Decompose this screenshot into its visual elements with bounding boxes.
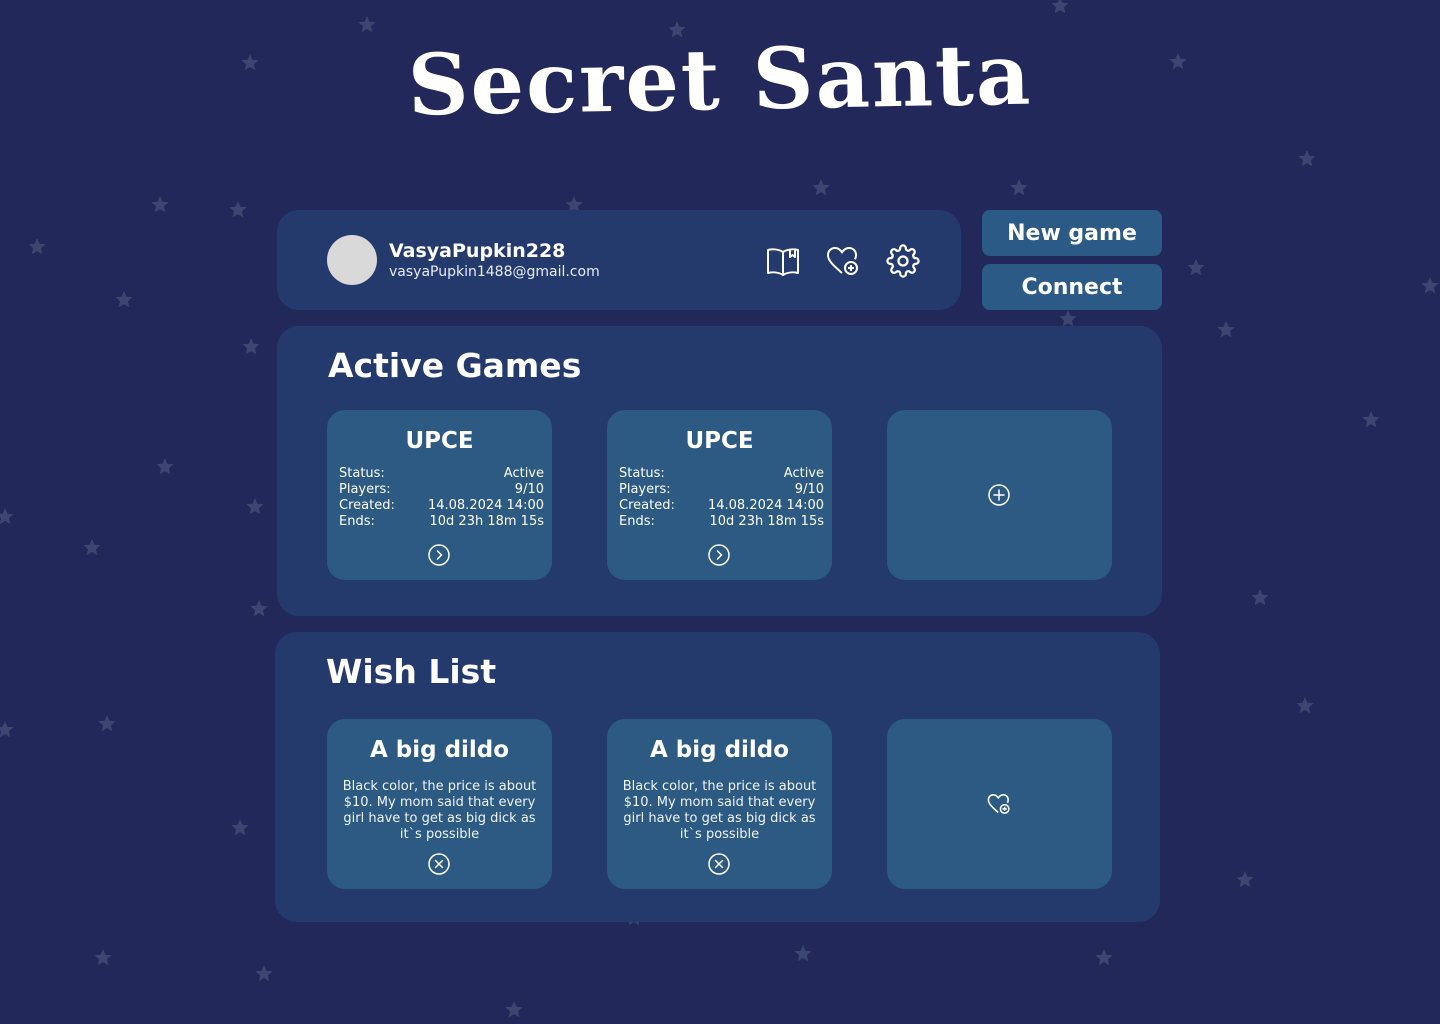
wish-card[interactable]: A big dildo Black color, the price is ab… [327,719,552,889]
background-star [156,458,174,475]
settings-button[interactable] [885,243,921,279]
gear-icon [886,244,920,278]
background-star [1059,310,1077,327]
book-icon [767,248,799,276]
rules-book-button[interactable] [765,243,801,279]
game-name: UPCE [685,428,754,454]
chevron-right-circle-icon [708,544,730,566]
background-star [83,539,101,556]
background-star [505,1001,523,1018]
created-value: 14.08.2024 14:00 [707,498,824,513]
background-star [98,715,116,732]
wish-card[interactable]: A big dildo Black color, the price is ab… [607,719,832,889]
background-star [231,819,249,836]
background-star [28,238,46,255]
background-star [1236,871,1254,888]
close-circle-icon [428,853,450,875]
wish-title: A big dildo [369,737,510,763]
heart-add-icon [987,794,1010,814]
ends-label: Ends: [339,514,375,529]
game-players-row: Players: 9/10 [339,482,544,498]
avatar[interactable] [327,235,377,285]
background-star [358,16,376,33]
open-game-button[interactable] [707,543,731,567]
connect-button[interactable]: Connect [982,264,1162,310]
wish-title: A big dildo [649,737,790,763]
profile-panel: VasyaPupkin228 vasyaPupkin1488@gmail.com [277,210,961,310]
background-star [1217,321,1235,338]
background-star [1251,589,1269,606]
wishlist-add-button[interactable] [825,243,861,279]
background-star [1051,0,1069,14]
background-star [0,508,14,525]
open-game-button[interactable] [427,543,451,567]
ends-label: Ends: [619,514,655,529]
background-star [812,179,830,196]
wish-list-title: Wish List [326,652,497,691]
add-wish-card[interactable] [887,719,1112,889]
game-status-row: Status: Active [339,466,544,482]
plus-circle-icon [988,484,1010,506]
chevron-right-circle-icon [428,544,450,566]
background-star [1298,150,1316,167]
wish-list-panel: Wish List A big dildo Black color, the p… [275,632,1160,922]
background-star [115,291,133,308]
background-star [246,498,264,515]
new-game-button[interactable]: New game [982,210,1162,256]
user-email: vasyaPupkin1488@gmail.com [389,264,600,280]
players-label: Players: [619,482,671,497]
ends-value: 10d 23h 18m 15s [709,514,825,529]
background-star [229,201,247,218]
background-star [1010,179,1028,196]
background-star [1421,277,1439,294]
created-label: Created: [339,498,395,513]
background-star [1095,949,1113,966]
players-value: 9/10 [514,482,544,497]
game-card[interactable]: UPCE Status: Active Players: 9/10 Created:… [327,410,552,580]
ends-value: 10d 23h 18m 15s [429,514,545,529]
players-value: 9/10 [794,482,824,497]
created-value: 14.08.2024 14:00 [427,498,544,513]
game-card[interactable]: UPCE Status: Active Players: 9/10 Created:… [607,410,832,580]
players-label: Players: [339,482,391,497]
status-label: Status: [619,466,665,481]
active-games-panel: Active Games UPCE Status: Active Players:… [277,326,1162,616]
game-status-row: Status: Active [619,466,824,482]
background-star [0,721,14,738]
background-star [250,600,268,617]
remove-wish-button[interactable] [427,852,451,876]
background-star [1362,411,1380,428]
background-star [255,965,273,982]
heart-add-icon [827,247,858,275]
status-label: Status: [339,466,385,481]
created-label: Created: [619,498,675,513]
wish-description: Black color, the price is about $10. My … [622,779,817,842]
background-star [151,196,169,213]
status-value: Active [783,466,824,481]
game-players-row: Players: 9/10 [619,482,824,498]
game-ends-row: Ends: 10d 23h 18m 15s [339,514,544,530]
background-star [242,338,260,355]
active-games-title: Active Games [328,346,582,385]
close-circle-icon [708,853,730,875]
add-game-card[interactable] [887,410,1112,580]
background-star [1187,259,1205,276]
add-wish-button[interactable] [987,792,1011,816]
add-game-button[interactable] [987,483,1011,507]
game-name: UPCE [405,428,474,454]
game-created-row: Created: 14.08.2024 14:00 [339,498,544,514]
game-ends-row: Ends: 10d 23h 18m 15s [619,514,824,530]
username: VasyaPupkin228 [389,240,566,262]
background-star [94,949,112,966]
wish-description: Black color, the price is about $10. My … [342,779,537,842]
background-star [1296,697,1314,714]
game-created-row: Created: 14.08.2024 14:00 [619,498,824,514]
status-value: Active [503,466,544,481]
background-star [794,945,812,962]
remove-wish-button[interactable] [707,852,731,876]
